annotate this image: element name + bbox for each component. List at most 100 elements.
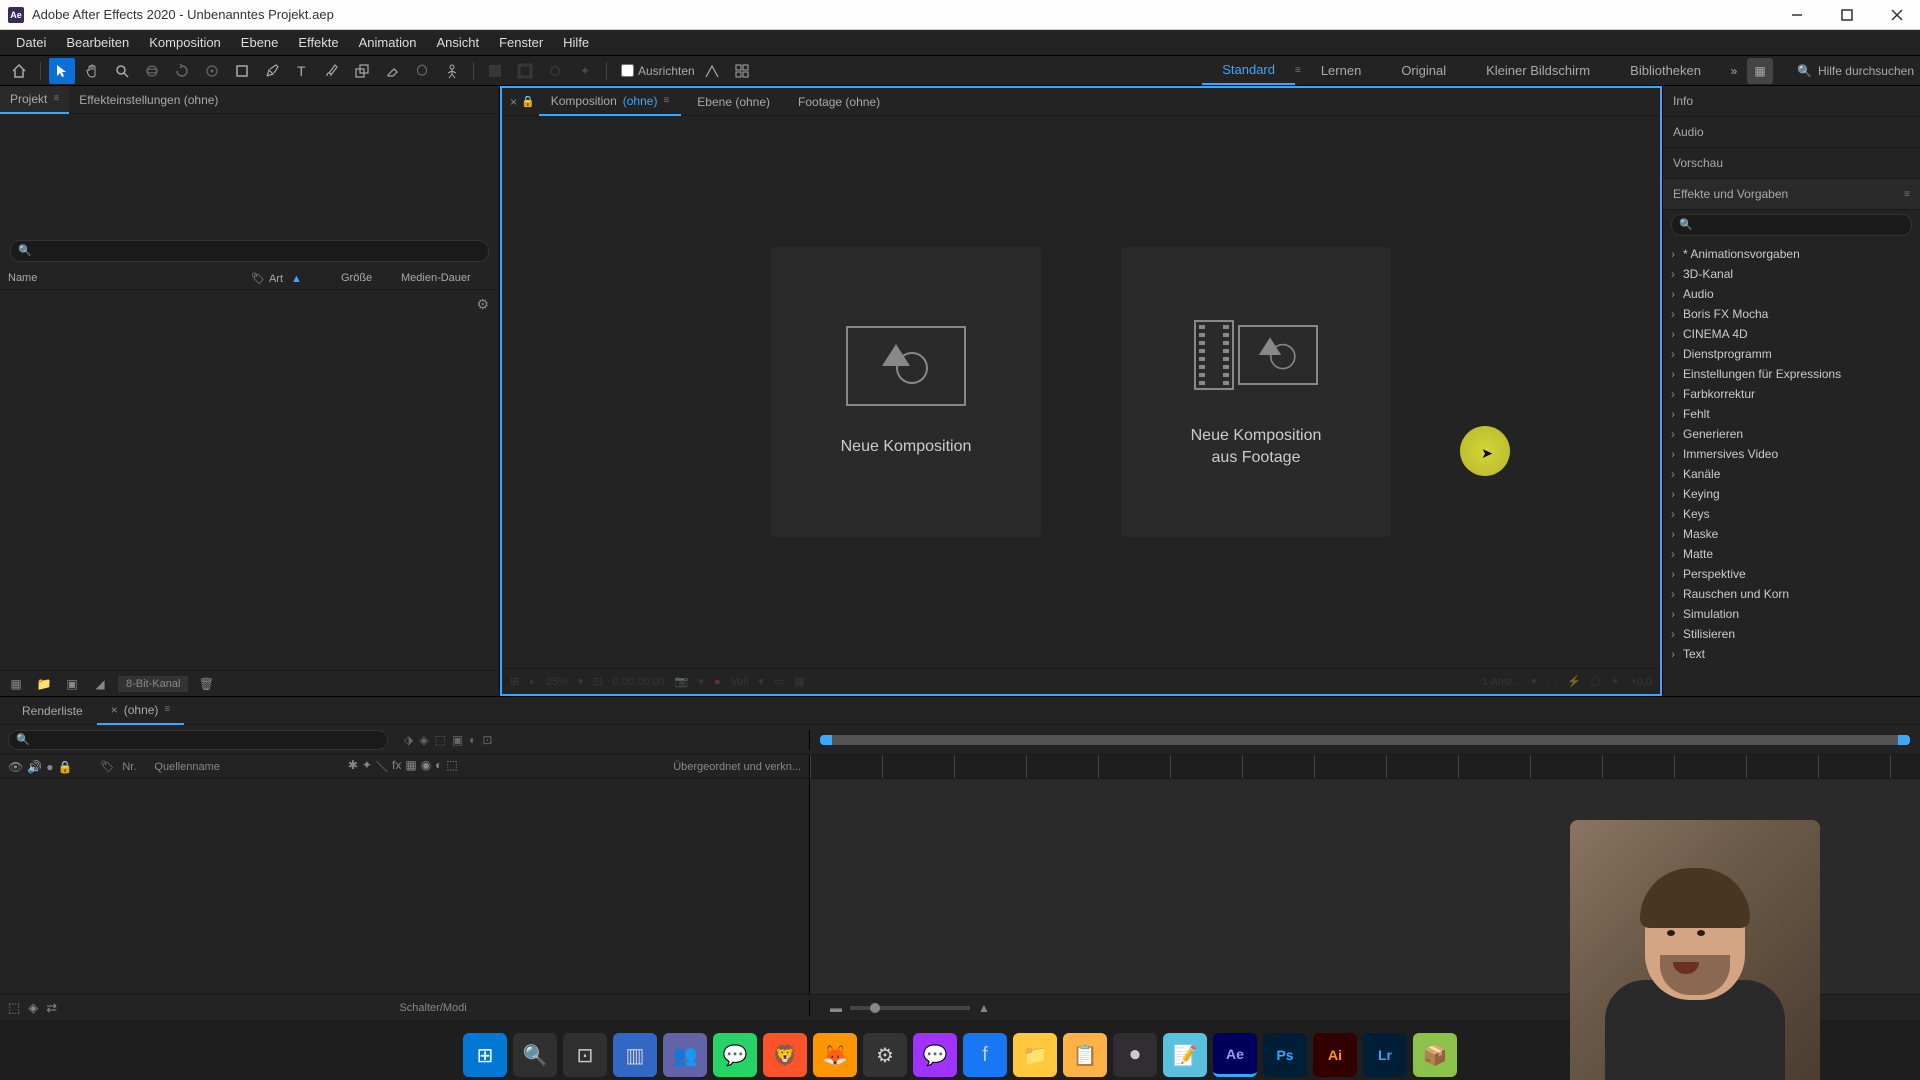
- fast-preview-icon[interactable]: ⚡: [1567, 675, 1581, 688]
- tl-icon-3[interactable]: ⬚: [434, 733, 445, 747]
- exposure-icon[interactable]: ☀: [1610, 675, 1620, 688]
- workspace-standard[interactable]: Standard: [1202, 56, 1295, 85]
- zoom-out-icon[interactable]: ▬: [830, 1001, 842, 1015]
- minimize-button[interactable]: [1782, 5, 1812, 25]
- taskbar-teams[interactable]: 👥: [663, 1033, 707, 1077]
- taskbar-aftereffects[interactable]: Ae: [1213, 1033, 1257, 1077]
- menu-fenster[interactable]: Fenster: [489, 31, 553, 54]
- transparency-icon[interactable]: ▦: [794, 675, 804, 688]
- help-search[interactable]: 🔍 Hilfe durchsuchen: [1797, 64, 1914, 78]
- close-tab-icon[interactable]: ×: [510, 95, 517, 109]
- panel-info[interactable]: Info: [1663, 86, 1920, 117]
- 3d-view-icon[interactable]: ⬚: [1547, 675, 1557, 688]
- taskbar-app[interactable]: ⚙: [863, 1033, 907, 1077]
- tl-icon-4[interactable]: ▣: [452, 733, 463, 747]
- effect-category[interactable]: Immersives Video: [1663, 444, 1920, 464]
- lock-icon[interactable]: 🔒: [521, 95, 535, 108]
- col-parent[interactable]: Übergeordnet und verkn...: [673, 761, 801, 773]
- snap-option-icon[interactable]: [699, 58, 725, 84]
- menu-ebene[interactable]: Ebene: [231, 31, 289, 54]
- effect-category[interactable]: Dienstprogramm: [1663, 344, 1920, 364]
- col-type[interactable]: 🏷 Art ▲: [251, 272, 341, 285]
- effect-category[interactable]: Einstellungen für Expressions: [1663, 364, 1920, 384]
- tab-effect-controls[interactable]: Effekteinstellungen (ohne): [69, 87, 228, 113]
- tab-project[interactable]: Projekt ≡: [0, 86, 69, 114]
- zoom-tool[interactable]: [109, 58, 135, 84]
- adjustment-icon[interactable]: ◢: [90, 674, 110, 694]
- effect-category[interactable]: Keys: [1663, 504, 1920, 524]
- tl-icon-5[interactable]: ◐: [469, 733, 476, 747]
- project-content-area[interactable]: ⚙: [0, 290, 499, 670]
- renderer-icon[interactable]: ⬡: [1591, 675, 1601, 688]
- taskbar-firefox[interactable]: 🦊: [813, 1033, 857, 1077]
- panel-menu-icon[interactable]: ≡: [164, 704, 170, 715]
- view-count[interactable]: 1 Ansi...: [1482, 676, 1521, 688]
- close-button[interactable]: [1882, 5, 1912, 25]
- new-composition-from-footage-button[interactable]: Neue Komposition aus Footage: [1121, 247, 1391, 537]
- effect-category[interactable]: Boris FX Mocha: [1663, 304, 1920, 324]
- fill-color[interactable]: [482, 58, 508, 84]
- tab-layer[interactable]: Ebene (ohne): [685, 89, 782, 115]
- time-ruler[interactable]: [810, 755, 1920, 778]
- workspace-original[interactable]: Original: [1381, 57, 1466, 84]
- tab-timeline-none[interactable]: × (ohne) ≡: [97, 697, 185, 725]
- mask-toggle-icon[interactable]: ◐: [529, 676, 536, 688]
- timeline-search-input[interactable]: [8, 730, 388, 750]
- project-search-input[interactable]: [10, 240, 489, 262]
- timeline-layer-list[interactable]: [0, 779, 810, 994]
- taskbar-notepad[interactable]: 📝: [1163, 1033, 1207, 1077]
- taskbar-widgets[interactable]: ▥: [613, 1033, 657, 1077]
- text-tool[interactable]: T: [289, 58, 315, 84]
- flowchart-icon[interactable]: ⚙: [476, 296, 489, 313]
- current-time[interactable]: 0:00:00:00: [613, 676, 665, 688]
- taskbar-brave[interactable]: 🦁: [763, 1033, 807, 1077]
- home-tool[interactable]: [6, 58, 32, 84]
- taskbar-explorer[interactable]: 📁: [1013, 1033, 1057, 1077]
- work-area-bar[interactable]: [820, 735, 1910, 745]
- effect-category[interactable]: * Animationsvorgaben: [1663, 244, 1920, 264]
- effects-search-input[interactable]: [1671, 214, 1912, 236]
- effect-category[interactable]: Generieren: [1663, 424, 1920, 444]
- col-name[interactable]: Name: [8, 272, 251, 285]
- snap-grid-icon[interactable]: [729, 58, 755, 84]
- exposure-value[interactable]: +0,0: [1630, 676, 1652, 688]
- roi-icon[interactable]: ▭: [774, 675, 784, 688]
- menu-hilfe[interactable]: Hilfe: [553, 31, 599, 54]
- effect-category[interactable]: Matte: [1663, 544, 1920, 564]
- maximize-button[interactable]: [1832, 5, 1862, 25]
- resolution-icon[interactable]: ⊡: [593, 675, 602, 688]
- tab-composition[interactable]: Komposition (ohne) ≡: [539, 88, 682, 116]
- effect-category[interactable]: Text: [1663, 644, 1920, 664]
- new-comp-icon[interactable]: ▣: [62, 674, 82, 694]
- tab-render-queue[interactable]: Renderliste: [8, 698, 97, 724]
- menu-datei[interactable]: Datei: [6, 31, 56, 54]
- orbit-tool[interactable]: [139, 58, 165, 84]
- workspace-bibliotheken[interactable]: Bibliotheken: [1610, 57, 1721, 84]
- toggle-in-out-icon[interactable]: ⇄: [46, 1000, 57, 1016]
- audio-column-icon[interactable]: 🔊: [27, 760, 42, 774]
- panel-menu-icon[interactable]: ≡: [53, 93, 59, 104]
- puppet-tool[interactable]: [439, 58, 465, 84]
- grid-toggle-icon[interactable]: ⊞: [510, 675, 519, 688]
- effect-category[interactable]: Maske: [1663, 524, 1920, 544]
- workspace-kleiner[interactable]: Kleiner Bildschirm: [1466, 57, 1610, 84]
- taskbar-search[interactable]: 🔍: [513, 1033, 557, 1077]
- effects-list[interactable]: * Animationsvorgaben 3D-Kanal Audio Bori…: [1663, 240, 1920, 696]
- menu-bearbeiten[interactable]: Bearbeiten: [56, 31, 139, 54]
- brush-tool[interactable]: [319, 58, 345, 84]
- effect-category[interactable]: 3D-Kanal: [1663, 264, 1920, 284]
- effect-category[interactable]: Kanäle: [1663, 464, 1920, 484]
- selection-tool[interactable]: [49, 58, 75, 84]
- col-nr[interactable]: Nr.: [122, 761, 136, 773]
- toggle-modes-icon[interactable]: ◈: [28, 1000, 38, 1016]
- menu-animation[interactable]: Animation: [349, 31, 427, 54]
- zoom-in-icon[interactable]: ▲: [978, 1001, 990, 1015]
- effect-category[interactable]: Keying: [1663, 484, 1920, 504]
- roto-tool[interactable]: [409, 58, 435, 84]
- switch-icon[interactable]: ✱: [348, 758, 358, 775]
- taskbar-app2[interactable]: 📋: [1063, 1033, 1107, 1077]
- close-tab-icon[interactable]: ×: [111, 703, 118, 717]
- eye-column-icon[interactable]: 👁: [8, 760, 23, 774]
- menu-effekte[interactable]: Effekte: [288, 31, 348, 54]
- new-composition-button[interactable]: Neue Komposition: [771, 247, 1041, 537]
